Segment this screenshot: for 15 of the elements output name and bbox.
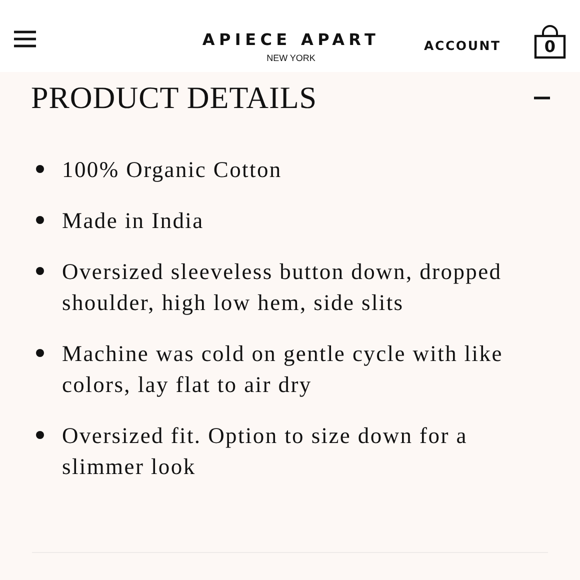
detail-text: Made in India [62,207,205,235]
detail-text: Machine was cold on gentle cycle with like colors, lay flat to air dry [62,340,504,399]
account-link[interactable]: ACCOUNT [424,38,501,53]
bullet-icon [36,216,44,224]
detail-text: Oversized sleeveless button down, dropped shoulder, high low hem, side slits [62,258,503,317]
detail-text: Oversized fit. Option to size down for a slimmer look [62,422,468,481]
brand-logo[interactable]: APIECE APART [202,30,380,50]
bullet-icon [36,165,44,173]
detail-text: 100% Organic Cotton [62,156,283,184]
bullet-icon [36,267,44,275]
menu-icon[interactable] [14,30,36,48]
brand-location: NEW YORK [266,52,316,64]
bullet-icon [36,431,44,439]
section-title[interactable]: PRODUCT DETAILS [31,80,318,116]
bullet-icon [36,349,44,357]
